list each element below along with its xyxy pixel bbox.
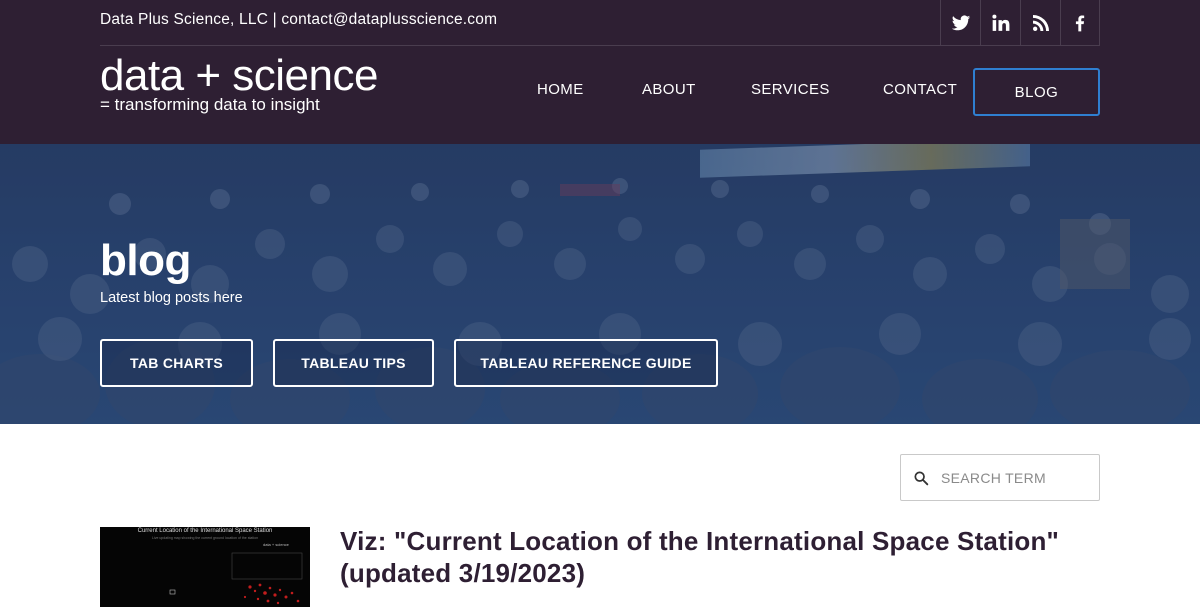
page-title: blog	[100, 236, 191, 285]
facebook-icon[interactable]	[1060, 0, 1100, 45]
site-logo[interactable]: data + science = transforming data to in…	[100, 51, 378, 114]
twitter-icon[interactable]	[940, 0, 980, 45]
rss-icon[interactable]	[1020, 0, 1060, 45]
nav-home[interactable]: HOME	[537, 81, 584, 98]
nav-services[interactable]: SERVICES	[751, 81, 830, 98]
top-bar: Data Plus Science, LLC | contact@dataplu…	[100, 0, 1100, 46]
post-thumbnail[interactable]: Current Location of the International Sp…	[100, 527, 310, 607]
post-title-link[interactable]: Viz: "Current Location of the Internatio…	[340, 525, 1100, 589]
logo-wordmark: data + science	[100, 51, 378, 100]
nav-about[interactable]: ABOUT	[642, 81, 696, 98]
category-tab-charts-button[interactable]: TAB CHARTS	[100, 339, 253, 387]
site-header: Data Plus Science, LLC | contact@dataplu…	[0, 0, 1200, 144]
nav-blog-button[interactable]: BLOG	[973, 68, 1100, 116]
hero-banner: blog Latest blog posts here TAB CHARTS T…	[0, 144, 1200, 424]
search-box	[900, 454, 1100, 501]
category-tableau-tips-button[interactable]: TABLEAU TIPS	[273, 339, 434, 387]
search-input[interactable]	[941, 457, 1091, 498]
linkedin-icon[interactable]	[980, 0, 1020, 45]
thumbnail-map	[169, 552, 303, 605]
nav-contact[interactable]: CONTACT	[883, 81, 957, 98]
search-icon[interactable]	[901, 455, 941, 500]
category-tableau-reference-guide-button[interactable]: TABLEAU REFERENCE GUIDE	[454, 339, 718, 387]
contact-info: Data Plus Science, LLC | contact@dataplu…	[100, 11, 498, 28]
social-links	[940, 0, 1100, 45]
page-subtitle: Latest blog posts here	[100, 290, 243, 306]
